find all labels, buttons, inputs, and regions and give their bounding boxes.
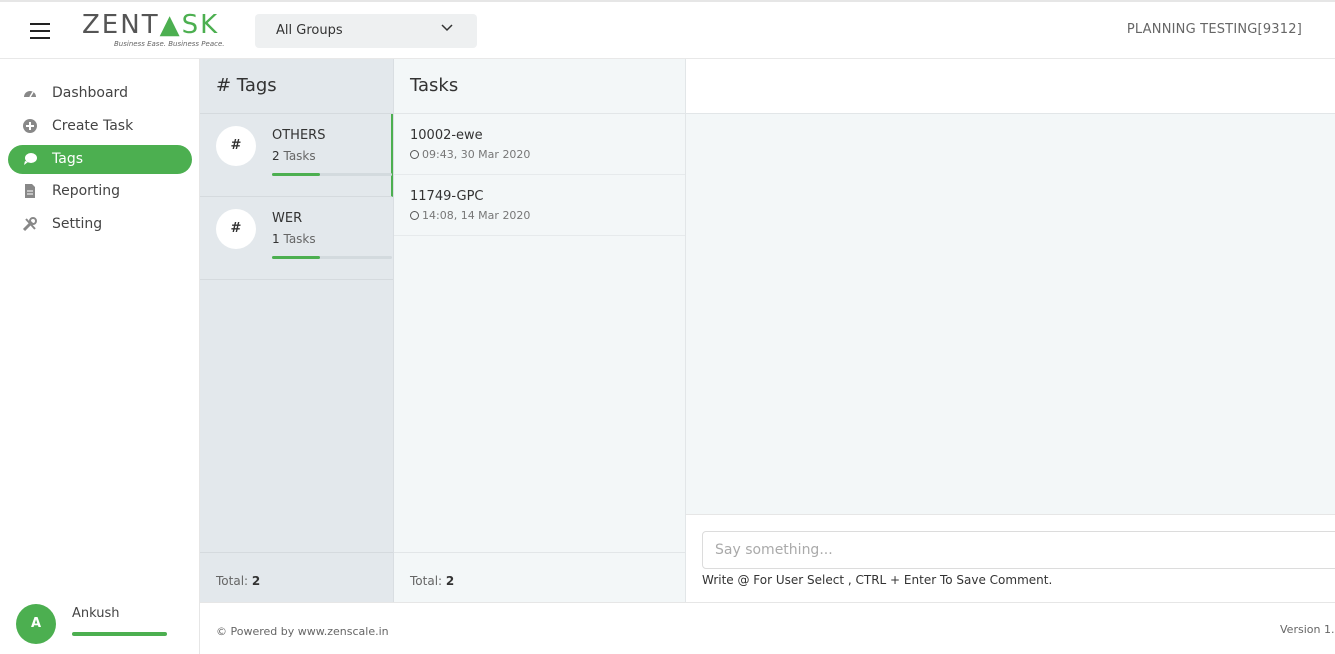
user-status-bar: [72, 632, 167, 636]
logo-tagline: Business Ease. Business Peace.: [114, 40, 225, 48]
task-id: 11749-GPC: [410, 189, 484, 204]
tools-icon: [22, 217, 37, 232]
clock-icon: [410, 150, 419, 159]
hash-icon: #: [216, 126, 256, 166]
tags-panel-footer: Total: 2: [200, 552, 393, 602]
logo[interactable]: ZENT▲SK Business Ease. Business Peace.: [82, 10, 225, 51]
tasks-panel-header: Tasks: [394, 59, 685, 114]
dashboard-icon: [24, 91, 36, 98]
avatar[interactable]: A: [16, 604, 56, 644]
plus-circle-icon: [23, 119, 37, 133]
tag-name: WER: [272, 211, 303, 226]
logo-wordmark: ZENT▲SK: [82, 10, 220, 40]
sidebar-item-create-task[interactable]: Create Task: [8, 112, 192, 141]
top-bar: ZENT▲SK Business Ease. Business Peace. A…: [0, 0, 1335, 59]
task-time: 09:43, 30 Mar 2020: [410, 148, 530, 161]
tag-progress-bar: [272, 173, 392, 176]
sidebar-item-label: Tags: [52, 151, 83, 167]
sidebar-item-reporting[interactable]: Reporting: [8, 177, 192, 206]
user-name: Ankush: [72, 606, 120, 621]
tag-task-count: 1 Tasks: [272, 232, 316, 246]
chevron-down-icon: [441, 24, 453, 32]
tag-name: OTHERS: [272, 128, 326, 143]
powered-by-link[interactable]: © Powered by www.zenscale.in: [216, 625, 389, 638]
footer: © Powered by www.zenscale.in Version 1.0: [200, 602, 1335, 654]
group-select[interactable]: All Groups: [255, 14, 477, 48]
comment-area: Write @ For User Select , CTRL + Enter T…: [686, 514, 1335, 602]
sidebar-item-label: Reporting: [52, 183, 121, 199]
task-id: 10002-ewe: [410, 128, 483, 143]
group-select-value: All Groups: [276, 23, 343, 38]
task-item[interactable]: 10002-ewe 09:43, 30 Mar 2020: [394, 114, 685, 175]
document-icon: [25, 184, 35, 198]
tasks-panel: Tasks 10002-ewe 09:43, 30 Mar 2020 11749…: [394, 59, 686, 602]
tasks-panel-title: Tasks: [410, 75, 459, 96]
sidebar-item-setting[interactable]: Setting: [8, 210, 192, 239]
tag-item-others[interactable]: # OTHERS 2 Tasks: [200, 114, 393, 197]
sidebar-item-tags[interactable]: Tags: [8, 145, 192, 174]
version-label: Version 1.0: [1280, 623, 1335, 636]
task-time: 14:08, 14 Mar 2020: [410, 209, 530, 222]
tag-progress-bar: [272, 256, 392, 259]
tags-panel: # Tags # OTHERS 2 Tasks # WER 1 Tasks To…: [200, 59, 394, 602]
tags-panel-title: # Tags: [216, 75, 277, 96]
menu-icon[interactable]: [30, 23, 50, 39]
comment-hint: Write @ For User Select , CTRL + Enter T…: [702, 573, 1053, 587]
account-title[interactable]: PLANNING TESTING[9312]: [1127, 22, 1302, 37]
task-detail-panel: Write @ For User Select , CTRL + Enter T…: [686, 59, 1335, 602]
chat-icon: [24, 153, 37, 165]
tasks-total: Total: 2: [410, 574, 455, 588]
comment-input[interactable]: [702, 531, 1335, 569]
sidebar-item-label: Dashboard: [52, 85, 128, 101]
hash-icon: #: [216, 209, 256, 249]
tag-task-count: 2 Tasks: [272, 149, 316, 163]
user-profile[interactable]: A Ankush: [16, 602, 186, 646]
task-detail-header: [686, 59, 1335, 114]
tag-item-wer[interactable]: # WER 1 Tasks: [200, 197, 393, 280]
clock-icon: [410, 211, 419, 220]
task-item[interactable]: 11749-GPC 14:08, 14 Mar 2020: [394, 175, 685, 236]
tags-panel-header: # Tags: [200, 59, 393, 114]
sidebar-item-label: Create Task: [52, 118, 134, 134]
sidebar-item-label: Setting: [52, 216, 103, 232]
sidebar: Dashboard Create Task Tags Reporting Set…: [0, 59, 200, 654]
tasks-panel-footer: Total: 2: [394, 552, 685, 602]
tags-total: Total: 2: [216, 574, 261, 588]
sidebar-item-dashboard[interactable]: Dashboard: [8, 79, 192, 108]
